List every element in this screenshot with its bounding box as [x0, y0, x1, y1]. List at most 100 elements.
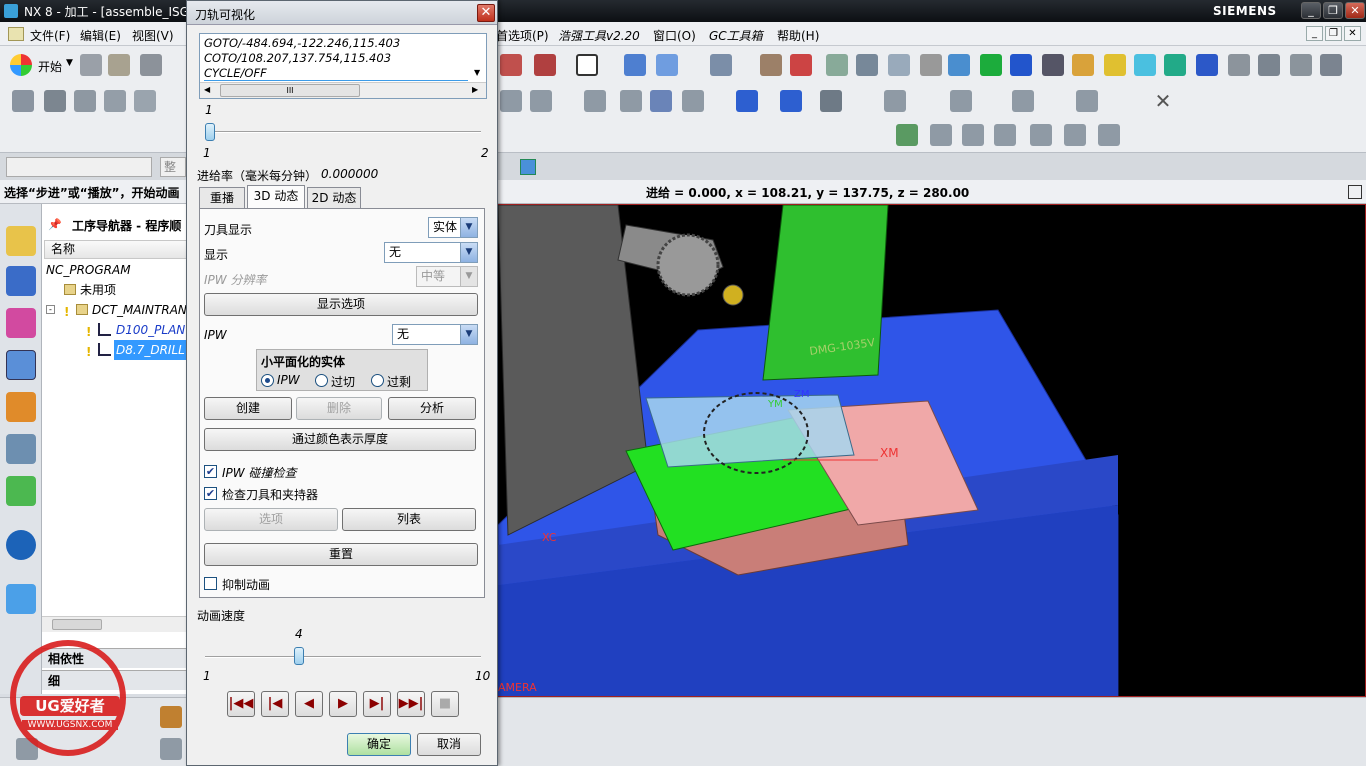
tree-row-d100-plan[interactable]: ! D100_PLAN — [42, 320, 188, 340]
create-tool-icon[interactable] — [44, 90, 66, 112]
operation-icon[interactable] — [856, 54, 878, 76]
ipw-radio[interactable] — [261, 374, 274, 387]
rewind-to-start-button[interactable]: |◀◀ — [227, 691, 255, 717]
speed-slider-thumb[interactable] — [293, 647, 304, 665]
ipw-radio-label[interactable]: IPW — [277, 373, 300, 387]
list-path-icon[interactable] — [584, 90, 606, 112]
chevron-down-icon[interactable]: ▼ — [460, 243, 477, 262]
display-icon[interactable] — [1012, 90, 1034, 112]
roles-icon[interactable] — [6, 476, 36, 506]
collapse-icon[interactable]: - — [46, 305, 55, 314]
thickness-by-color-button[interactable]: 通过颜色表示厚度 — [204, 428, 476, 451]
manufacturing-icon[interactable] — [160, 706, 182, 728]
misc-icon[interactable] — [1320, 54, 1342, 76]
step-slider-track[interactable] — [205, 131, 481, 133]
postprocess-icon[interactable] — [1010, 54, 1032, 76]
save-icon[interactable] — [140, 54, 162, 76]
excess-radio-label[interactable]: 过剩 — [387, 373, 411, 390]
path-split-icon[interactable] — [780, 90, 802, 112]
menu-haoqiang-tools[interactable]: 浩强工具v2.20 — [558, 27, 640, 44]
comment-icon[interactable] — [1064, 124, 1086, 146]
tab-3d-dynamic[interactable]: 3D 动态 — [247, 185, 305, 209]
open-file-icon[interactable] — [108, 54, 130, 76]
fit-view-icon[interactable] — [1348, 185, 1362, 199]
reset-button[interactable]: 重置 — [204, 543, 478, 566]
scroll-left-icon[interactable]: ◀ — [204, 85, 210, 94]
code-scroll-thumb[interactable]: III — [220, 84, 360, 97]
play-button[interactable]: ▶ — [329, 691, 357, 717]
part-navigator-icon[interactable] — [6, 308, 36, 338]
replay-path-icon[interactable] — [530, 90, 552, 112]
fast-forward-button[interactable]: ▶▶| — [397, 691, 425, 717]
analyze-button[interactable]: 分析 — [388, 397, 476, 420]
report-icon[interactable] — [1258, 54, 1280, 76]
ipw-resolution-select[interactable]: 中等 ▼ — [416, 266, 478, 287]
check-icon[interactable] — [896, 124, 918, 146]
compare-icon[interactable] — [962, 124, 984, 146]
create-button[interactable]: 创建 — [204, 397, 292, 420]
tool-library-icon[interactable] — [1072, 54, 1094, 76]
generate-path-icon[interactable] — [500, 90, 522, 112]
play-reverse-button[interactable]: ◀ — [295, 691, 323, 717]
menu-window[interactable]: 窗口(O) — [653, 27, 696, 44]
start-icon[interactable] — [10, 54, 32, 76]
delete-path-icon[interactable]: ✕ — [1152, 90, 1174, 112]
display-options-button[interactable]: 显示选项 — [204, 293, 478, 316]
code-line[interactable]: COTO/108.207,137.754,115.403 — [204, 51, 391, 65]
hd3d-tools-icon[interactable] — [6, 434, 36, 464]
chevron-down-icon[interactable]: ▼ — [460, 218, 477, 237]
system-info-icon[interactable] — [6, 530, 36, 560]
app-menu-icon[interactable] — [8, 27, 24, 41]
restore-button[interactable]: ❐ — [1323, 2, 1343, 19]
pin-icon[interactable]: 📌 — [48, 218, 62, 231]
gouge-icon[interactable] — [930, 124, 952, 146]
start-dropdown-icon[interactable]: ▼ — [66, 58, 73, 68]
graphics-viewport[interactable]: DMG-1035V XM YM ZM XC AMERA — [497, 204, 1366, 697]
suppress-animation-checkbox[interactable] — [204, 577, 217, 590]
feed-icon[interactable] — [820, 90, 842, 112]
view-dropdown-icon[interactable] — [656, 54, 678, 76]
menu-preferences[interactable]: 首选项(P) — [496, 27, 549, 44]
cl-code-list[interactable]: GOTO/-484.694,-122.246,115.403 COTO/108.… — [199, 33, 487, 99]
code-hscrollbar[interactable]: ◀ III ▶ — [200, 82, 486, 98]
create-program-icon[interactable] — [12, 90, 34, 112]
link-icon[interactable] — [980, 54, 1002, 76]
tab-replay[interactable]: 重播 — [199, 187, 245, 209]
scroll-thumb[interactable] — [52, 619, 102, 630]
shop-doc-icon[interactable] — [1042, 54, 1064, 76]
verify-path-icon[interactable] — [620, 90, 642, 112]
tree-row-dct-maintran[interactable]: - ! DCT_MAINTRAN — [42, 300, 188, 320]
tool-create-icon[interactable] — [760, 54, 782, 76]
doc-minimize-button[interactable]: _ — [1306, 26, 1323, 41]
tree-row-unused[interactable]: 未用项 — [42, 280, 188, 300]
constraint-navigator-icon[interactable] — [6, 350, 36, 380]
display-select[interactable]: 无 ▼ — [384, 242, 478, 263]
chevron-down-icon[interactable]: ▼ — [460, 325, 477, 344]
ipw-collision-checkbox[interactable]: ✔ — [204, 465, 217, 478]
flag-icon[interactable] — [1030, 124, 1052, 146]
ipw-select[interactable]: 无 ▼ — [392, 324, 478, 345]
cancel-button[interactable]: 取消 — [417, 733, 481, 756]
create-operation-icon[interactable] — [134, 90, 156, 112]
wcs-icon[interactable] — [920, 54, 942, 76]
vscroll-down-icon[interactable]: ▼ — [474, 68, 480, 77]
geometry-icon[interactable] — [790, 54, 812, 76]
cube-view-icon[interactable] — [520, 159, 536, 175]
machine-tool-icon[interactable] — [6, 266, 36, 296]
tool-display-select[interactable]: 实体 ▼ — [428, 217, 478, 238]
settings-icon[interactable] — [1290, 54, 1312, 76]
list-button[interactable]: 列表 — [342, 508, 476, 531]
tree-row-d87-drill[interactable]: ! D8.7_DRILL — [42, 340, 188, 360]
close-window-button[interactable]: ✕ — [1345, 2, 1365, 19]
scope-filter[interactable]: 整个 — [160, 157, 186, 177]
type-filter[interactable] — [6, 157, 152, 177]
start-button[interactable]: 开始 — [38, 58, 62, 75]
speed-slider-track[interactable] — [205, 656, 481, 658]
time-icon[interactable] — [682, 90, 704, 112]
transform-icon[interactable] — [950, 90, 972, 112]
program-icon[interactable] — [888, 54, 910, 76]
path-edit-icon[interactable] — [736, 90, 758, 112]
menu-help[interactable]: 帮助(H) — [777, 27, 819, 44]
minimize-button[interactable]: _ — [1301, 2, 1321, 19]
layer-icon[interactable] — [710, 54, 732, 76]
